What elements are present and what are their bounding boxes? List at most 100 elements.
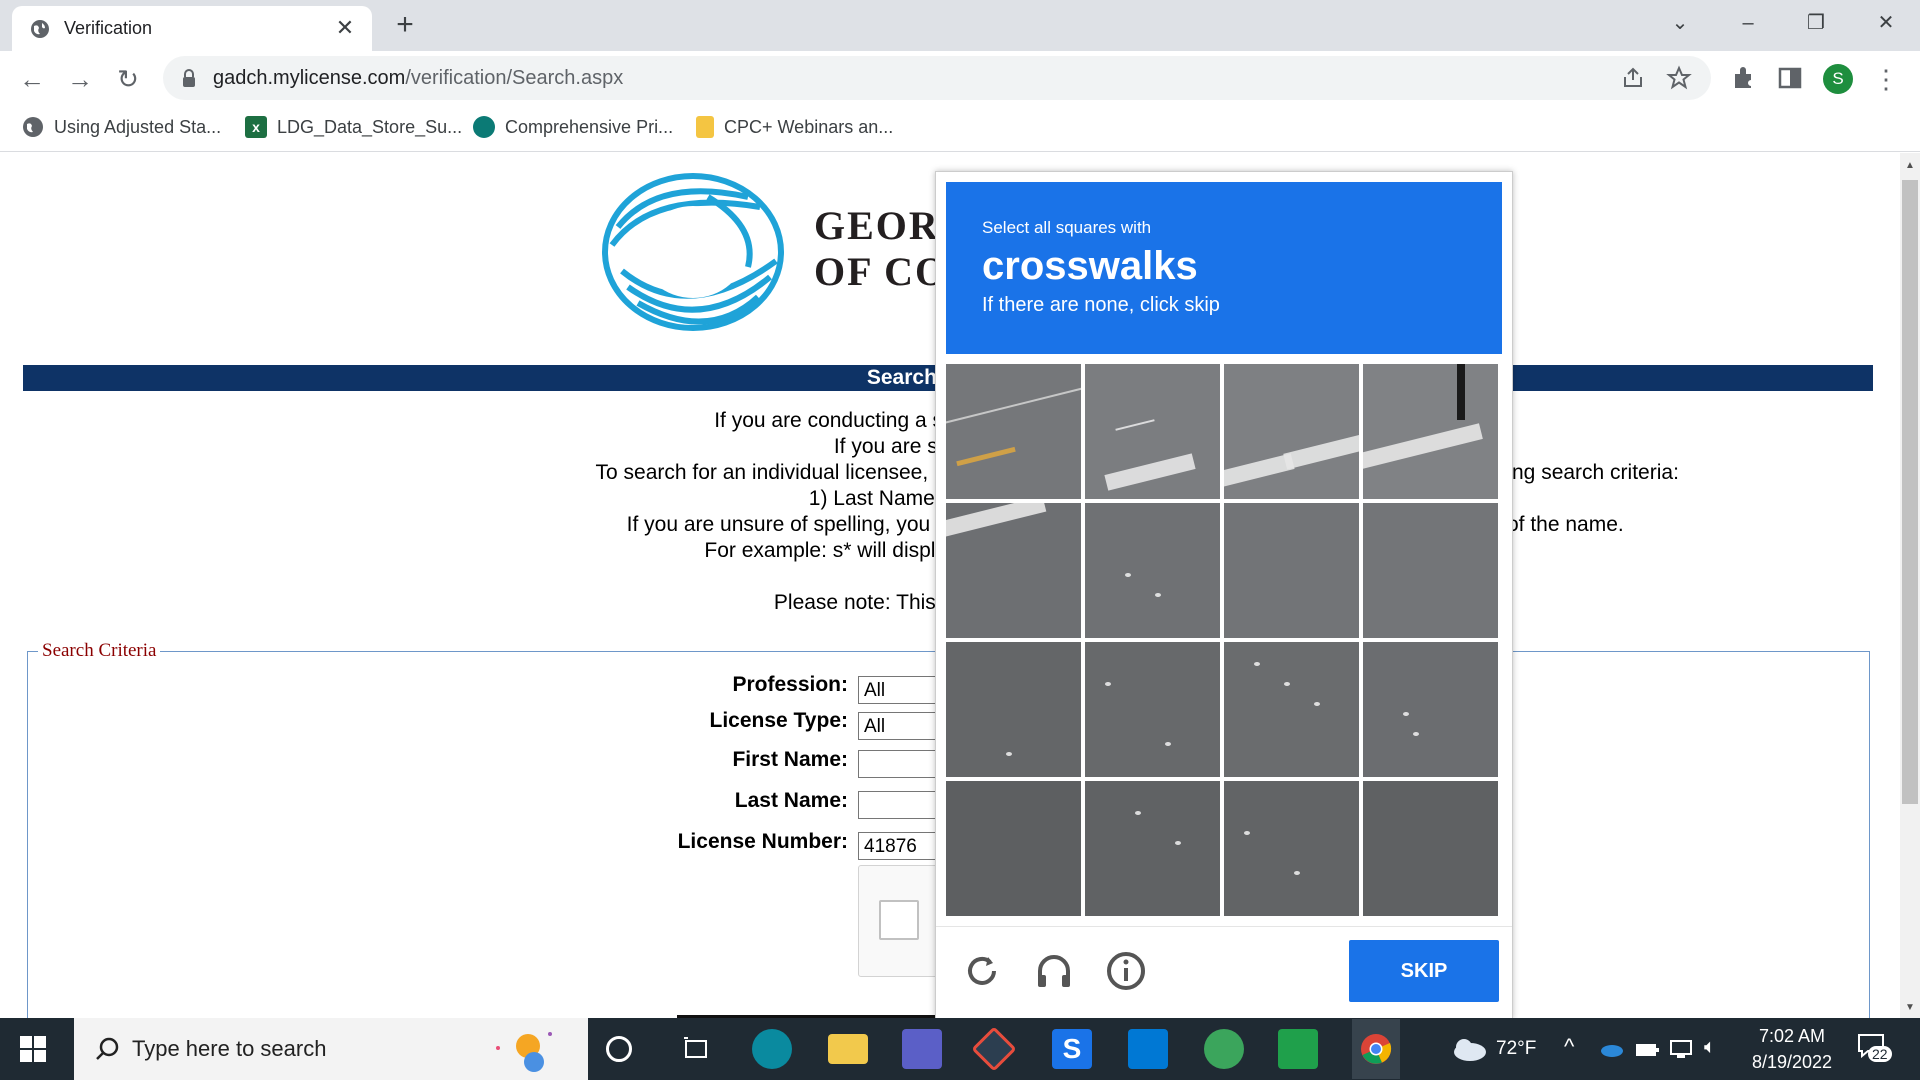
license-number-label: License Number: bbox=[677, 830, 848, 853]
captcha-tile[interactable] bbox=[1363, 642, 1498, 777]
captcha-tile[interactable] bbox=[946, 503, 1081, 638]
notification-center-button[interactable]: 22 bbox=[1856, 1032, 1892, 1066]
bookmark-label: Comprehensive Pri... bbox=[505, 116, 674, 137]
forward-button[interactable]: → bbox=[64, 63, 96, 95]
network-icon[interactable] bbox=[1668, 1038, 1694, 1060]
recaptcha-checkbox[interactable] bbox=[879, 900, 919, 940]
file-explorer-icon[interactable] bbox=[828, 1034, 868, 1064]
captcha-instruction: Select all squares with bbox=[982, 218, 1152, 237]
onedrive-icon[interactable] bbox=[1598, 1040, 1624, 1058]
battery-icon[interactable] bbox=[1634, 1038, 1660, 1060]
windows-taskbar: Type here to search S 72°F ^ 🔈︎ 7:02 AM … bbox=[0, 1018, 1920, 1080]
captcha-hint: If there are none, click skip bbox=[982, 294, 1220, 316]
captcha-tile[interactable] bbox=[1224, 781, 1359, 916]
address-bar[interactable]: gadch.mylicense.com/verification/Search.… bbox=[163, 56, 1711, 100]
cloud-weather-icon[interactable] bbox=[1448, 1036, 1488, 1062]
captcha-tile[interactable] bbox=[1363, 503, 1498, 638]
windows-start-icon[interactable] bbox=[18, 1034, 48, 1064]
bookmark-item[interactable]: Using Adjusted Sta... bbox=[22, 114, 221, 140]
side-panel-icon[interactable] bbox=[1776, 64, 1804, 92]
globe-icon bbox=[23, 117, 43, 137]
menu-kebab-icon[interactable]: ⋮ bbox=[1870, 63, 1902, 95]
captcha-target-object: crosswalks bbox=[982, 244, 1198, 288]
minimize-button[interactable]: – bbox=[1728, 8, 1768, 38]
bookmark-star-icon[interactable] bbox=[1666, 65, 1692, 91]
captcha-tile[interactable] bbox=[1224, 503, 1359, 638]
captcha-tile[interactable] bbox=[946, 364, 1081, 499]
vscode-icon[interactable] bbox=[1128, 1029, 1168, 1069]
weather-temperature[interactable]: 72°F bbox=[1496, 1038, 1536, 1060]
captcha-tile[interactable] bbox=[1085, 642, 1220, 777]
browser-toolbar: ← → ↻ gadch.mylicense.com/verification/S… bbox=[0, 51, 1920, 106]
license-type-label: License Type: bbox=[709, 709, 849, 732]
info-icon[interactable] bbox=[1104, 949, 1148, 993]
app-s-icon[interactable]: S bbox=[1052, 1029, 1092, 1069]
agency-logo bbox=[602, 173, 784, 331]
reload-button[interactable]: ↻ bbox=[112, 63, 144, 95]
sharepoint-icon bbox=[473, 116, 495, 138]
captcha-tile[interactable] bbox=[1085, 781, 1220, 916]
captcha-tile[interactable] bbox=[946, 642, 1081, 777]
headphones-icon[interactable] bbox=[1032, 949, 1076, 993]
captcha-tile[interactable] bbox=[1085, 364, 1220, 499]
scroll-up-arrow[interactable]: ▲ bbox=[1900, 156, 1920, 176]
new-tab-button[interactable]: + bbox=[390, 10, 420, 41]
captcha-tile[interactable] bbox=[1363, 364, 1498, 499]
back-button[interactable]: ← bbox=[16, 63, 48, 95]
tab-verification[interactable]: Verification ✕ bbox=[12, 6, 372, 51]
captcha-challenge-dialog: Select all squares with crosswalks If th… bbox=[935, 171, 1513, 1019]
volume-icon[interactable]: 🔈︎ bbox=[1704, 1036, 1716, 1059]
intro-line-3-tail: ng search criteria: bbox=[1512, 461, 1679, 484]
logo-text: GEOR OF CO bbox=[814, 203, 948, 295]
captcha-tile[interactable] bbox=[1085, 503, 1220, 638]
scroll-down-arrow[interactable]: ▼ bbox=[1900, 998, 1920, 1018]
bookmark-label: Using Adjusted Sta... bbox=[54, 116, 222, 137]
cortana-icon[interactable] bbox=[606, 1036, 632, 1062]
chrome-taskbar-slot[interactable] bbox=[1352, 1019, 1400, 1079]
captcha-tile[interactable] bbox=[1224, 364, 1359, 499]
media-app-icon[interactable] bbox=[1278, 1029, 1318, 1069]
bookmark-item[interactable]: Comprehensive Pri... bbox=[473, 114, 673, 140]
task-view-icon[interactable] bbox=[676, 1029, 716, 1069]
scrollbar-thumb[interactable] bbox=[1902, 180, 1918, 804]
tab-strip: Verification ✕ + ⌄ – ❐ ✕ bbox=[0, 0, 1920, 51]
reload-icon[interactable] bbox=[960, 949, 1004, 993]
logo-text-line2: OF CO bbox=[814, 249, 949, 294]
captcha-footer: SKIP bbox=[936, 926, 1512, 1018]
edge-icon[interactable] bbox=[752, 1029, 792, 1069]
captcha-tile[interactable] bbox=[1224, 642, 1359, 777]
extensions-icon[interactable] bbox=[1729, 64, 1757, 92]
clock-time[interactable]: 7:02 AM bbox=[1752, 1026, 1832, 1047]
folder-icon bbox=[696, 116, 714, 138]
share-icon[interactable] bbox=[1620, 65, 1646, 91]
taskbar-search-box[interactable]: Type here to search bbox=[74, 1018, 588, 1080]
captcha-header: Select all squares with crosswalks If th… bbox=[946, 182, 1502, 354]
globe-app-icon[interactable] bbox=[1204, 1029, 1244, 1069]
notification-count-badge: 22 bbox=[1868, 1046, 1892, 1062]
logo-text-line1: GEOR bbox=[814, 203, 940, 248]
url-text: gadch.mylicense.com/verification/Search.… bbox=[213, 67, 623, 90]
excel-icon: x bbox=[245, 116, 267, 138]
globe-icon bbox=[31, 20, 49, 38]
clock-date[interactable]: 8/19/2022 bbox=[1742, 1052, 1842, 1073]
url-domain: gadch.mylicense.com bbox=[213, 67, 406, 89]
skip-button[interactable]: SKIP bbox=[1349, 940, 1499, 1002]
restore-button[interactable]: ❐ bbox=[1796, 8, 1836, 38]
search-highlight-icon bbox=[496, 1032, 552, 1072]
captcha-tile[interactable] bbox=[1363, 781, 1498, 916]
profile-avatar[interactable]: S bbox=[1823, 64, 1853, 94]
close-window-button[interactable]: ✕ bbox=[1866, 8, 1906, 38]
show-hidden-icons-icon[interactable]: ^ bbox=[1564, 1034, 1574, 1060]
captcha-tile[interactable] bbox=[946, 781, 1081, 916]
first-name-label: First Name: bbox=[732, 748, 848, 771]
url-path: /verification/Search.aspx bbox=[405, 67, 624, 89]
bookmark-item[interactable]: x LDG_Data_Store_Su... bbox=[245, 114, 462, 140]
lock-icon bbox=[183, 69, 195, 87]
tab-search-icon[interactable]: ⌄ bbox=[1660, 8, 1700, 38]
bookmark-item[interactable]: CPC+ Webinars an... bbox=[696, 114, 893, 140]
bookmark-label: CPC+ Webinars an... bbox=[724, 116, 894, 137]
captcha-image-grid bbox=[946, 364, 1498, 916]
app-diamond-icon[interactable] bbox=[971, 1026, 1017, 1072]
close-tab-icon[interactable]: ✕ bbox=[332, 15, 358, 41]
teams-icon[interactable] bbox=[902, 1029, 942, 1069]
